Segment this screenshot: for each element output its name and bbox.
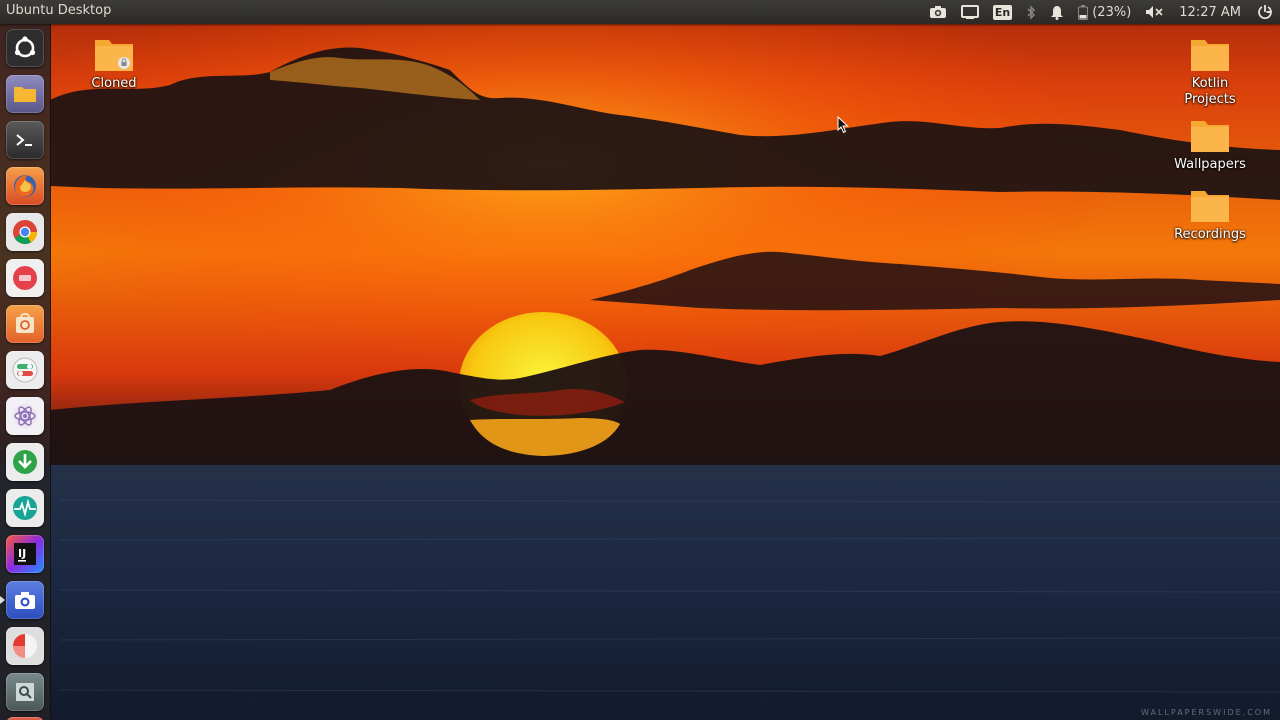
toggle-settings-icon[interactable] <box>6 351 44 389</box>
bluetooth-icon[interactable] <box>1019 0 1043 24</box>
screenshot-app-icon[interactable] <box>6 581 44 619</box>
desktop-icon-kotlin-projects[interactable]: Kotlin Projects <box>1162 36 1258 108</box>
software-center-icon[interactable] <box>6 305 44 343</box>
network-app-icon[interactable] <box>6 673 44 711</box>
firefox-icon[interactable] <box>6 167 44 205</box>
running-indicator <box>0 596 5 604</box>
display-icon[interactable] <box>954 0 986 24</box>
intellij-idea-icon[interactable]: IJ <box>6 535 44 573</box>
battery-indicator[interactable]: (23%) <box>1071 0 1138 24</box>
wallpaper-watermark: WALLPAPERSWIDE.COM <box>1141 708 1272 717</box>
launcher: IJ <box>0 24 51 720</box>
desktop-screen: WALLPAPERSWIDE.COM Ubuntu Desktop En (23… <box>0 0 1280 720</box>
window-title: Ubuntu Desktop <box>6 3 112 18</box>
top-panel: Ubuntu Desktop En (23%) 12:27 AM <box>0 0 1280 24</box>
wallpaper <box>0 0 1280 720</box>
atom-editor-icon[interactable] <box>6 397 44 435</box>
language-label: En <box>992 4 1013 20</box>
battery-percentage: (23%) <box>1092 4 1132 20</box>
desktop-icon-label: Cloned <box>91 76 137 91</box>
folder-icon <box>1191 40 1229 71</box>
desktop-icon-recordings[interactable]: Recordings <box>1162 187 1258 243</box>
mouse-cursor-icon <box>837 116 849 134</box>
session-power-icon[interactable] <box>1250 0 1280 24</box>
desktop-icon-cloned[interactable]: Cloned <box>66 36 162 92</box>
folder-icon <box>1191 121 1229 152</box>
app-red-icon[interactable] <box>6 259 44 297</box>
desktop-icon-label: Kotlin Projects <box>1184 76 1236 107</box>
chrome-icon[interactable] <box>6 213 44 251</box>
desktop-icon-label: Recordings <box>1174 227 1246 242</box>
pie-app-icon[interactable] <box>6 627 44 665</box>
keyboard-language-icon[interactable]: En <box>986 0 1019 24</box>
volume-muted-icon[interactable] <box>1138 0 1170 24</box>
download-manager-icon[interactable] <box>6 443 44 481</box>
desktop-icon-wallpapers[interactable]: Wallpapers <box>1162 117 1258 173</box>
folder-icon <box>1191 191 1229 222</box>
notification-bell-icon[interactable] <box>1043 0 1071 24</box>
indicator-area: En (23%) 12:27 AM <box>922 0 1280 24</box>
battery-icon <box>1078 4 1089 20</box>
desktop-icon-label: Wallpapers <box>1174 157 1246 172</box>
dash-home-icon[interactable] <box>6 29 44 67</box>
screenshot-camera-icon[interactable] <box>922 0 954 24</box>
clock[interactable]: 12:27 AM <box>1170 0 1250 24</box>
system-monitor-icon[interactable] <box>6 489 44 527</box>
folder-icon <box>95 40 133 71</box>
terminal-icon[interactable] <box>6 121 44 159</box>
svg-text:IJ: IJ <box>18 547 26 560</box>
files-icon[interactable] <box>6 75 44 113</box>
